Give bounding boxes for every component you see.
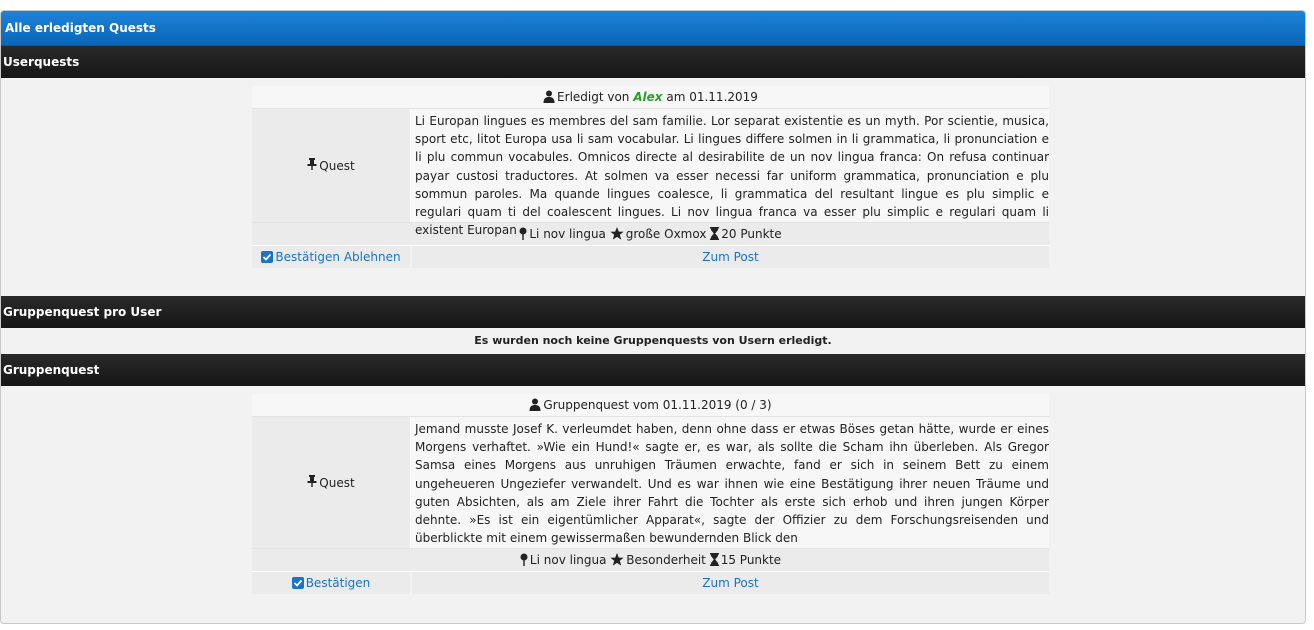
section-title-groupquest: Gruppenquest bbox=[1, 354, 1305, 386]
post-cell: Zum Post bbox=[412, 246, 1049, 268]
section-title-groupquest-per-user: Gruppenquest pro User bbox=[1, 296, 1305, 328]
done-date: am 01.11.2019 bbox=[666, 90, 758, 104]
to-post-link[interactable]: Zum Post bbox=[702, 250, 758, 264]
moderation-cell: Bestätigen Ablehnen bbox=[252, 246, 412, 268]
quest-points: 20 Punkte bbox=[721, 227, 782, 241]
hourglass-icon bbox=[709, 551, 719, 573]
section-title-userquests: Userquests bbox=[1, 46, 1305, 78]
quest-header: Erledigt von Alex am 01.11.2019 bbox=[252, 86, 1049, 109]
quest-type-label: Quest bbox=[319, 475, 355, 490]
map-marker-icon bbox=[519, 225, 527, 247]
reject-button[interactable]: Ablehnen bbox=[344, 250, 401, 264]
quest-type-cell: Quest bbox=[252, 417, 411, 548]
user-link[interactable]: Alex bbox=[633, 90, 662, 104]
empty-notice: Es wurden noch keine Gruppenquests von U… bbox=[474, 334, 832, 347]
pin-icon bbox=[307, 475, 317, 490]
quest-location: Li nov lingua bbox=[529, 227, 606, 241]
to-post-link[interactable]: Zum Post bbox=[702, 576, 758, 590]
groupquest-header-text: Gruppenquest vom 01.11.2019 (0 / 3) bbox=[543, 398, 772, 412]
quest-content-row: Quest Jemand musste Josef K. verleumdet … bbox=[252, 417, 1049, 549]
groupquest-card: Gruppenquest vom 01.11.2019 (0 / 3) Ques… bbox=[252, 394, 1049, 594]
quest-meta-row: Li nov lingua große Oxmox 20 Punkte bbox=[252, 223, 1049, 246]
quest-reward: Besonderheit bbox=[626, 553, 706, 567]
groupquest-body: Gruppenquest vom 01.11.2019 (0 / 3) Ques… bbox=[1, 386, 1305, 622]
quest-reward: große Oxmox bbox=[625, 227, 707, 241]
quest-actions-row: Bestätigen Ablehnen Zum Post bbox=[252, 246, 1049, 268]
quest-meta-row: Li nov lingua Besonderheit 15 Punkte bbox=[252, 549, 1049, 572]
post-cell: Zum Post bbox=[412, 572, 1049, 594]
confirm-button[interactable]: Bestätigen bbox=[306, 576, 371, 590]
userquests-body: Erledigt von Alex am 01.11.2019 Quest Li… bbox=[1, 78, 1305, 296]
confirm-button[interactable]: Bestätigen bbox=[275, 250, 340, 264]
userquest-card: Erledigt von Alex am 01.11.2019 Quest Li… bbox=[252, 86, 1049, 268]
quest-actions-row: Bestätigen Zum Post bbox=[252, 572, 1049, 594]
quest-header: Gruppenquest vom 01.11.2019 (0 / 3) bbox=[252, 394, 1049, 417]
map-marker-icon bbox=[520, 551, 528, 573]
quests-panel: Alle erledigten Quests Userquests Erledi… bbox=[0, 10, 1306, 624]
user-icon bbox=[543, 88, 555, 110]
moderation-cell: Bestätigen bbox=[252, 572, 412, 594]
quest-type-cell: Quest bbox=[252, 109, 411, 222]
pin-icon bbox=[307, 158, 317, 173]
star-icon bbox=[610, 225, 624, 247]
star-icon bbox=[610, 551, 624, 573]
quest-description: Jemand musste Josef K. verleumdet haben,… bbox=[411, 417, 1049, 548]
quest-description: Li Europan lingues es membres del sam fa… bbox=[411, 109, 1049, 237]
quest-location: Li nov lingua bbox=[529, 553, 607, 567]
quest-points: 15 Punkte bbox=[720, 553, 782, 567]
user-icon bbox=[529, 396, 541, 418]
quest-content-row: Quest Li Europan lingues es membres del … bbox=[252, 109, 1049, 237]
quest-type-label: Quest bbox=[319, 158, 355, 173]
panel-title: Alle erledigten Quests bbox=[1, 11, 1305, 46]
done-prefix: Erledigt von bbox=[557, 90, 630, 104]
checkbox-icon[interactable] bbox=[261, 248, 274, 270]
hourglass-icon bbox=[710, 225, 720, 247]
checkbox-icon[interactable] bbox=[291, 574, 304, 596]
